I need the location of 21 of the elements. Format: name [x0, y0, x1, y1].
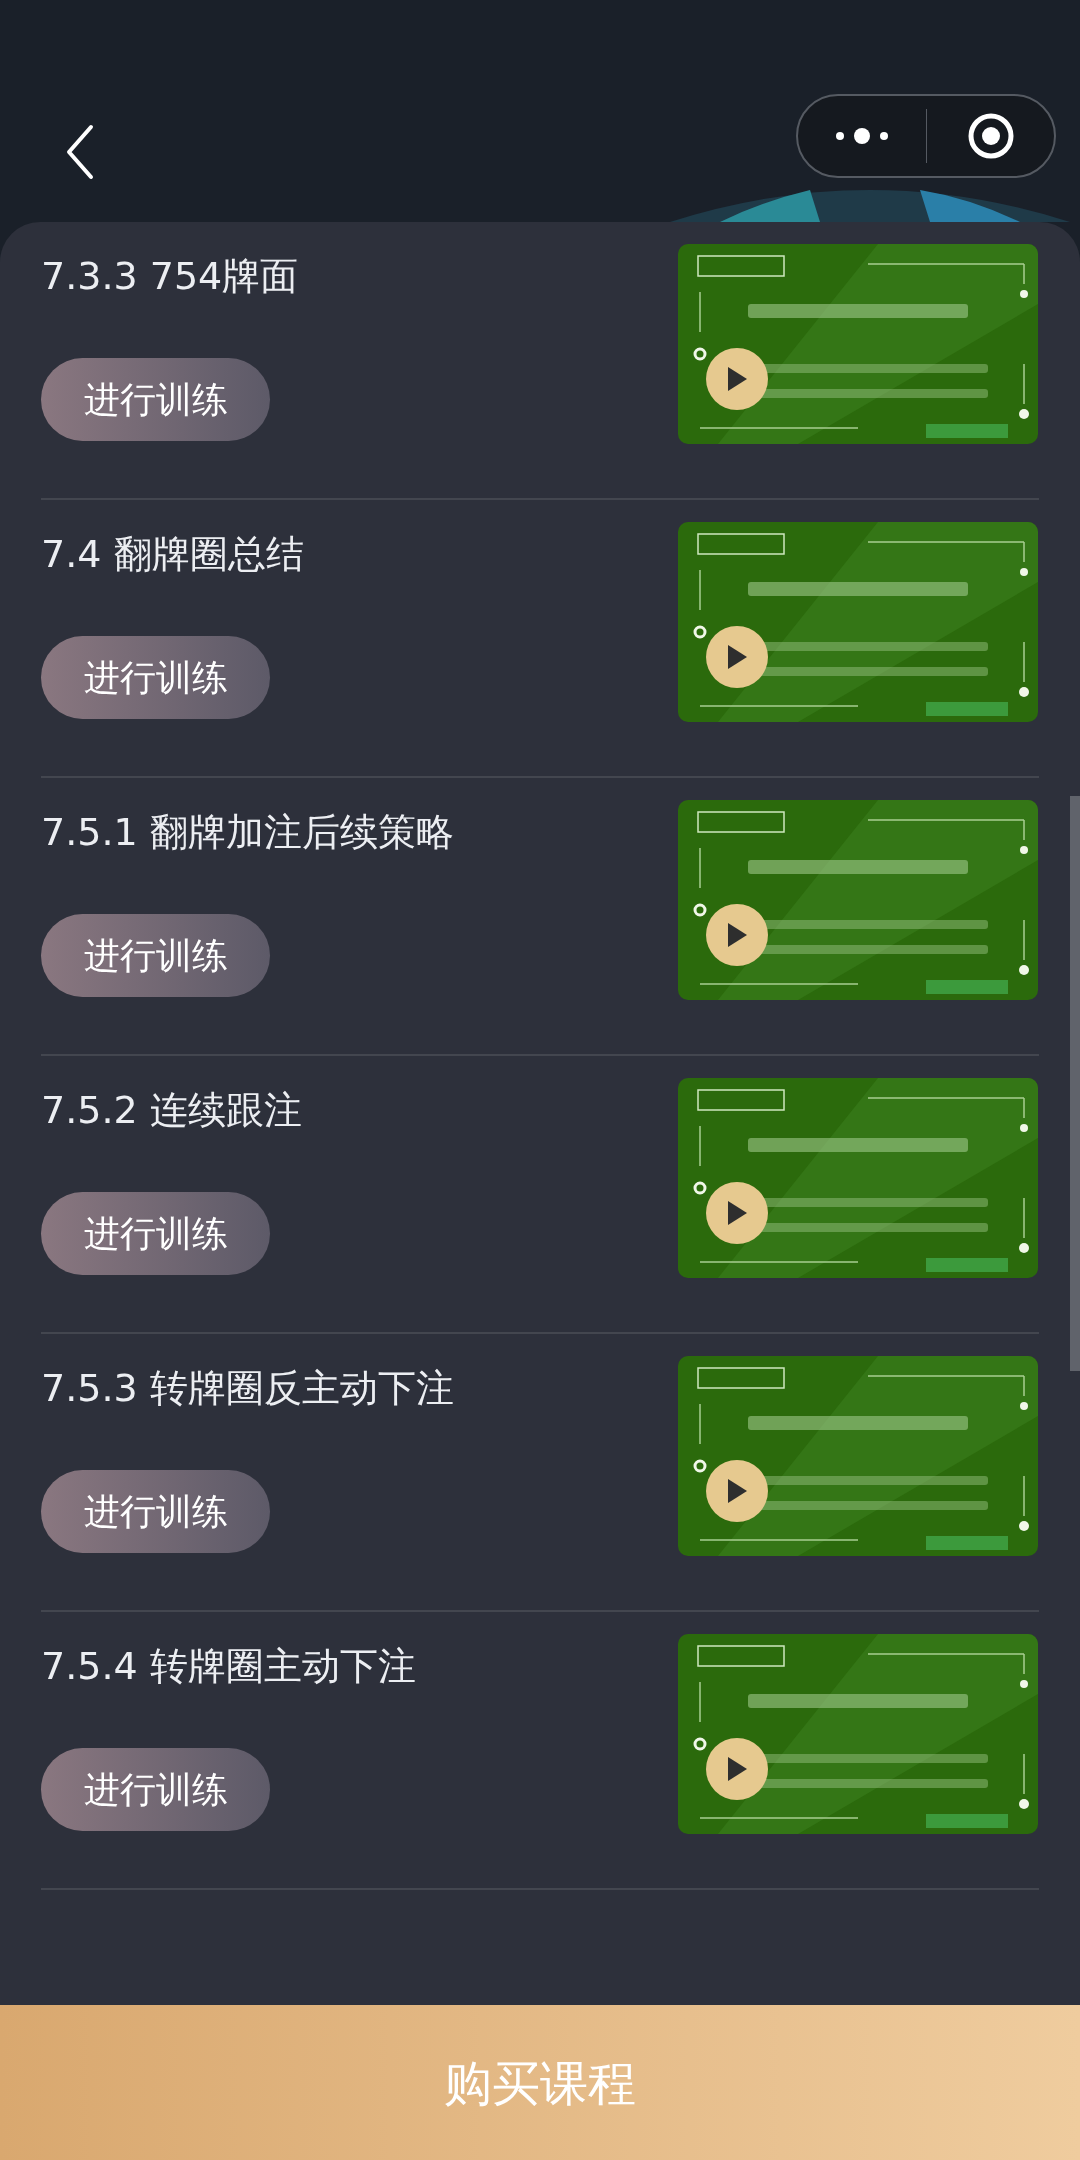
lesson-title: 7.3.3 754牌面 — [41, 253, 299, 300]
play-icon — [726, 1200, 748, 1226]
practice-button[interactable]: 进行训练 — [41, 1748, 270, 1831]
play-icon — [726, 1756, 748, 1782]
lesson-title: 7.5.3 转牌圈反主动下注 — [41, 1365, 454, 1412]
more-icon — [835, 127, 889, 145]
back-icon — [65, 124, 95, 180]
target-icon — [966, 112, 1015, 160]
practice-button[interactable]: 进行训练 — [41, 1470, 270, 1553]
play-icon — [726, 366, 748, 392]
play-icon — [726, 922, 748, 948]
lesson-title: 7.5.1 翻牌加注后续策略 — [41, 809, 454, 856]
practice-button[interactable]: 进行训练 — [41, 914, 270, 997]
play-icon — [726, 644, 748, 670]
lesson-title: 7.5.2 连续跟注 — [41, 1087, 302, 1134]
play-icon — [726, 1478, 748, 1504]
lesson-title: 7.4 翻牌圈总结 — [41, 531, 304, 578]
lesson-title: 7.5.4 转牌圈主动下注 — [41, 1643, 416, 1690]
practice-button[interactable]: 进行训练 — [41, 358, 270, 441]
practice-button[interactable]: 进行训练 — [41, 636, 270, 719]
practice-button[interactable]: 进行训练 — [41, 1192, 270, 1275]
